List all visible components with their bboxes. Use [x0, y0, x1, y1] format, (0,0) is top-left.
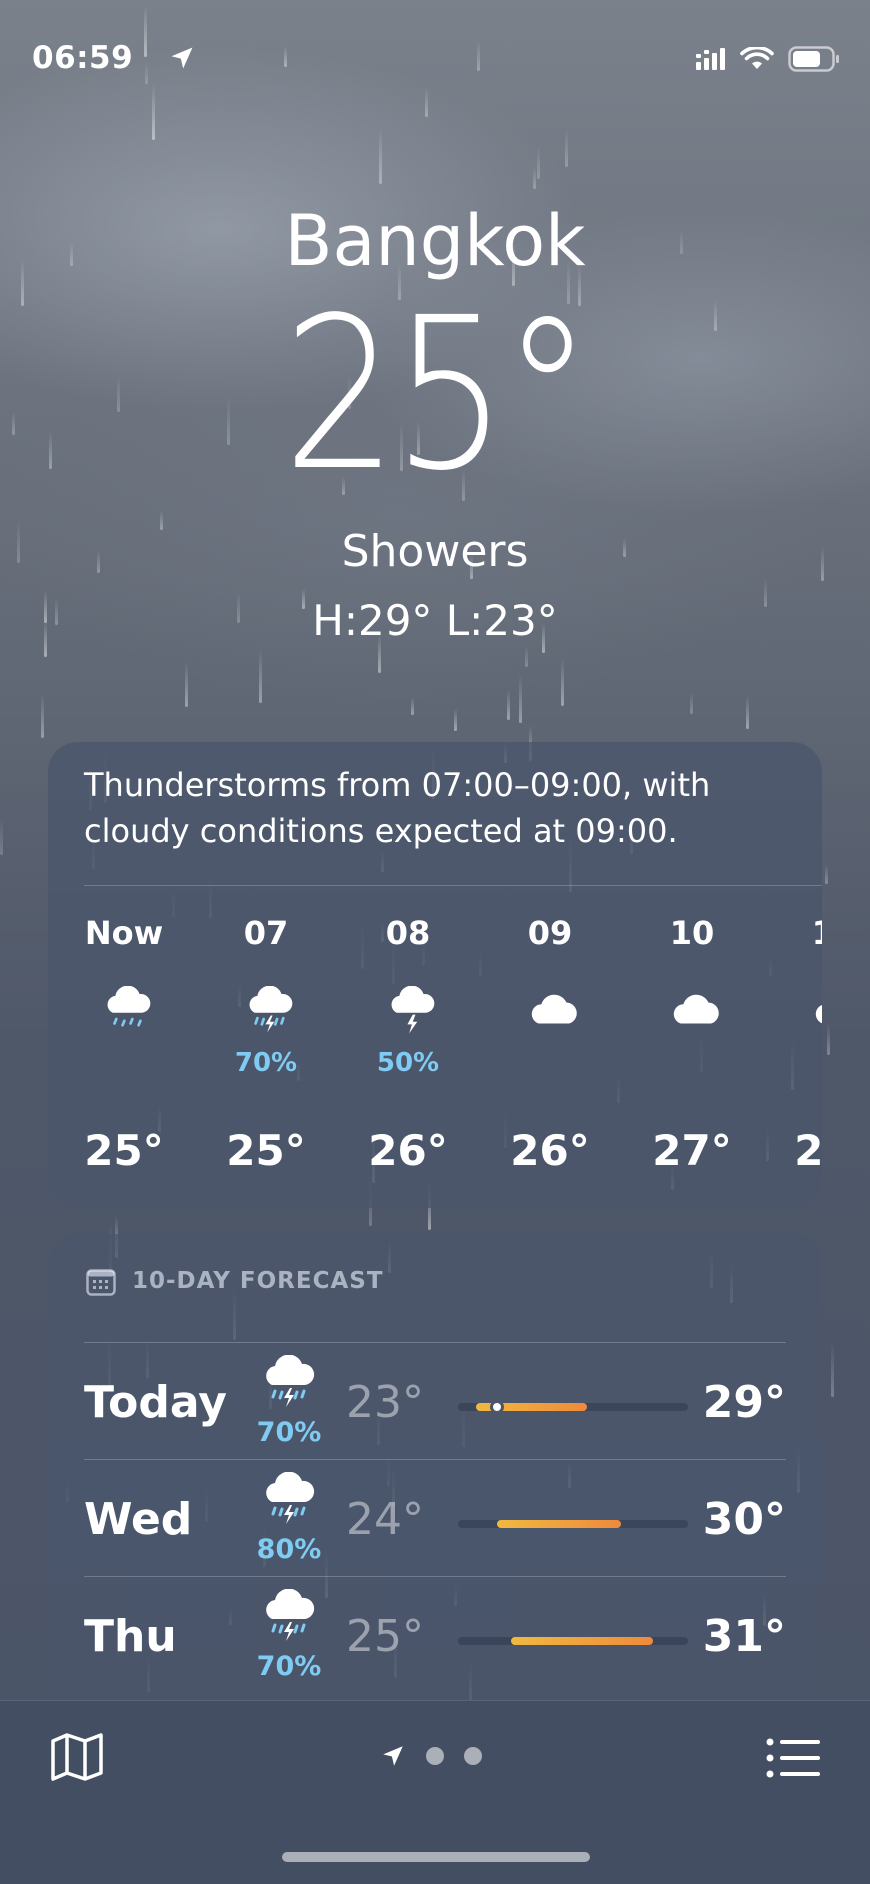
temp-range-bar — [458, 1400, 688, 1414]
hour-item: Now 25° — [84, 904, 174, 1204]
low-temp: 23° — [346, 1377, 424, 1428]
thunderstorm-rain-icon — [258, 1354, 318, 1411]
temp-range-bar — [458, 1637, 688, 1645]
city-list-icon[interactable] — [766, 1737, 820, 1779]
forecast-day-row[interactable]: Wed 80% 24° 30° — [84, 1459, 786, 1575]
ten-day-title: 10-DAY FORECAST — [132, 1268, 384, 1294]
ten-day-forecast-card[interactable]: 10-DAY FORECAST Today 70% 23° 29° Wed 80% 24° 3… — [48, 1234, 822, 1734]
high-low-temperature: H:29° L:23° — [312, 596, 558, 645]
thunderstorm-rain-icon — [258, 1471, 318, 1528]
page-dot[interactable] — [464, 1747, 482, 1765]
forecast-day-row[interactable]: Thu 70% 25° 31° — [84, 1576, 786, 1692]
hour-item: 11 28° — [784, 904, 822, 1204]
thunderstorm-rain-icon — [241, 985, 297, 1036]
temp-range-fill — [497, 1520, 622, 1528]
map-icon[interactable] — [50, 1733, 104, 1781]
current-temperature: 25° — [282, 272, 593, 517]
hour-label: 10 — [669, 914, 715, 952]
status-time: 06:59 — [32, 40, 134, 76]
hour-label: Now — [84, 914, 164, 952]
hour-item: 09 26° — [500, 904, 600, 1204]
hour-temp: 25° — [226, 1126, 306, 1175]
hour-label: 09 — [527, 914, 573, 952]
page-dot[interactable] — [426, 1747, 444, 1765]
hourly-scroll[interactable]: Now 25° 07 70% 25° 08 50% 26° 09 26° 10 27° 11 28° — [84, 904, 822, 1204]
forecast-summary: Thunderstorms from 07:00–09:00, with clo… — [84, 766, 711, 850]
calendar-icon — [86, 1269, 116, 1296]
hour-temp: 27° — [652, 1126, 732, 1175]
precip-chance: 50% — [376, 1048, 440, 1078]
high-temp: 29° — [702, 1377, 786, 1428]
thunderstorm-rain-icon — [258, 1588, 318, 1645]
forecast-day-row[interactable]: Today 70% 23° 29° — [84, 1342, 786, 1458]
ten-day-header: 10-DAY FORECAST — [86, 1268, 384, 1296]
divider — [84, 885, 822, 886]
hour-item: 08 50% 26° — [358, 904, 458, 1204]
location-arrow-icon — [171, 47, 193, 69]
cloud-icon — [525, 986, 581, 1036]
low-temp: 25° — [346, 1611, 424, 1662]
low-temp: 24° — [346, 1494, 424, 1545]
hour-label: 11 — [784, 914, 822, 952]
hour-temp: 26° — [510, 1126, 590, 1175]
current-temp-marker — [490, 1400, 505, 1414]
hourly-forecast-card[interactable]: Thunderstorms from 07:00–09:00, with clo… — [48, 742, 822, 1208]
home-indicator[interactable] — [282, 1852, 590, 1862]
hour-item: 07 70% 25° — [216, 904, 316, 1204]
status-bar: 06:59 — [30, 40, 840, 80]
cloud-icon — [809, 986, 822, 1036]
high-temp: 31° — [702, 1611, 786, 1662]
current-condition: Showers — [341, 526, 529, 577]
hour-temp: 26° — [368, 1126, 448, 1175]
battery-icon — [788, 46, 839, 72]
hour-item: 10 27° — [642, 904, 742, 1204]
city-name: Bangkok — [284, 200, 586, 282]
day-label: Wed — [84, 1494, 193, 1545]
temp-range-bar — [458, 1520, 688, 1528]
cellular-signal-icon — [696, 48, 725, 70]
thunder-cloud-icon — [383, 985, 439, 1036]
wifi-icon — [740, 47, 774, 69]
temp-range-fill — [510, 1637, 654, 1645]
day-label: Thu — [84, 1611, 177, 1662]
hour-label: 08 — [385, 914, 431, 952]
hour-temp: 25° — [84, 1126, 164, 1175]
hour-label: 07 — [243, 914, 289, 952]
hour-temp: 28° — [794, 1126, 822, 1175]
location-page-icon — [383, 1746, 403, 1766]
day-label: Today — [84, 1377, 227, 1428]
high-temp: 30° — [702, 1494, 786, 1545]
rain-cloud-icon — [99, 985, 155, 1036]
cloud-icon — [667, 986, 723, 1036]
precip-chance: 70% — [234, 1048, 298, 1078]
page-indicator[interactable] — [380, 1741, 482, 1771]
